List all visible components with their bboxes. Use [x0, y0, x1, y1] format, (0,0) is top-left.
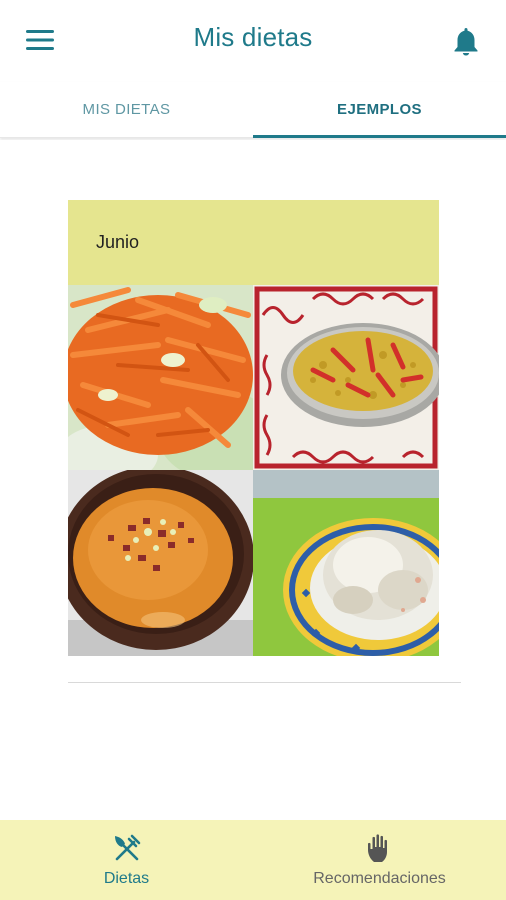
rice-dish-image	[253, 285, 439, 470]
hand-icon	[364, 832, 396, 864]
nav-label-recomendaciones: Recomendaciones	[313, 870, 446, 887]
nav-label-dietas: Dietas	[103, 870, 150, 887]
diet-card[interactable]: Junio	[68, 200, 439, 656]
diet-card-title: Junio	[96, 232, 140, 252]
tab-mis-dietas[interactable]: MIS DIETAS	[0, 82, 253, 137]
bottom-navigation: Dietas Recomendaciones	[0, 820, 506, 900]
diet-image-grid	[68, 285, 439, 656]
app-bar: Mis dietas	[0, 0, 506, 82]
nav-item-recomendaciones[interactable]: Recomendaciones	[253, 820, 506, 900]
tab-bar: MIS DIETAS EJEMPLOS	[0, 82, 506, 138]
fork-knife-icon	[111, 832, 143, 864]
bell-icon	[454, 28, 478, 56]
notifications-button[interactable]	[450, 24, 482, 58]
soup-bowl-image	[68, 470, 253, 656]
tab-ejemplos[interactable]: EJEMPLOS	[253, 82, 506, 138]
main-content: Junio	[0, 140, 506, 820]
list-divider	[68, 682, 461, 683]
fish-dish-image	[253, 470, 439, 656]
carrot-salad-image	[68, 285, 253, 470]
nav-item-dietas[interactable]: Dietas	[0, 820, 253, 900]
diet-card-header: Junio	[68, 200, 439, 285]
page-title: Mis dietas	[193, 22, 313, 52]
